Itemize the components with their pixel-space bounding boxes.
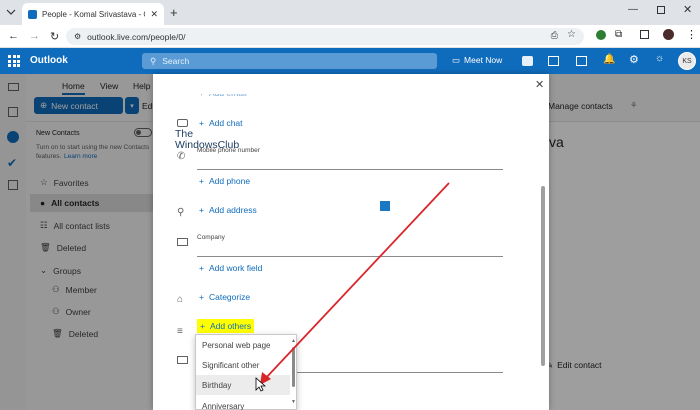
- mouse-cursor-icon: [255, 377, 266, 392]
- annotation-arrow: [260, 182, 450, 385]
- arrow-shaft: [263, 182, 450, 381]
